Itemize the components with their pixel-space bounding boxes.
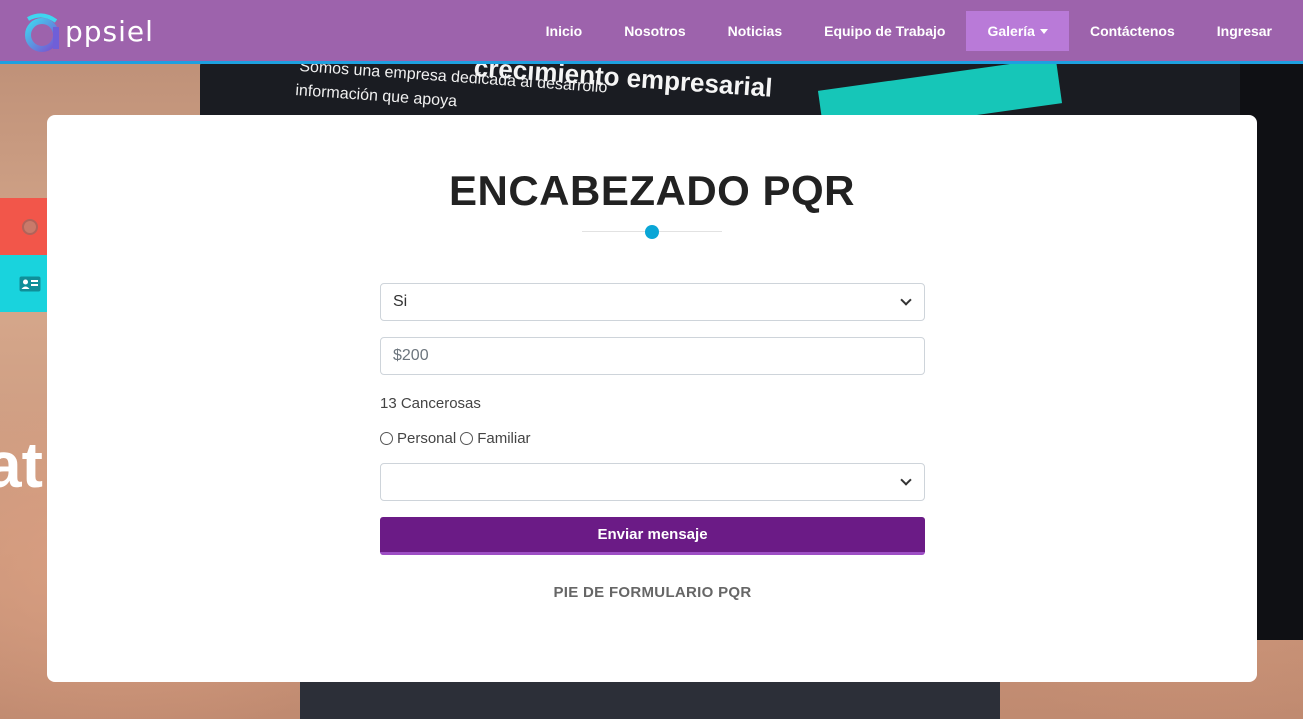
chevron-down-icon: [900, 294, 912, 306]
logo-mark-icon: [20, 9, 64, 53]
nav-item-galeria-dropdown[interactable]: Galería: [966, 11, 1069, 51]
select-field-1-value: Si: [393, 293, 408, 310]
nav-item-equipo[interactable]: Equipo de Trabajo: [803, 11, 966, 51]
nav-item-ingresar[interactable]: Ingresar: [1196, 11, 1293, 51]
radio-group: Personal Familiar: [380, 429, 925, 447]
pqr-form: Si 13 Cancerosas Personal Familiar Envia…: [380, 283, 925, 601]
amount-input[interactable]: [380, 337, 925, 375]
pqr-card: ENCABEZADO PQR Si 13 Cancerosas Personal…: [47, 115, 1257, 682]
main-nav: Inicio Nosotros Noticias Equipo de Traba…: [525, 11, 1293, 51]
chevron-down-icon: [900, 474, 912, 486]
radio-label-personal: Personal: [397, 429, 457, 447]
form-footer: PIE DE FORMULARIO PQR: [553, 584, 752, 601]
id-card-icon: [19, 276, 40, 291]
radio-button[interactable]: [380, 431, 393, 445]
divider-dot: [645, 225, 659, 239]
radio-label-familiar: Familiar: [477, 429, 531, 447]
nav-item-inicio[interactable]: Inicio: [525, 11, 604, 51]
caret-down-icon: [1039, 28, 1048, 34]
background-keyboard: [300, 680, 1000, 719]
logo[interactable]: ppsiel: [20, 8, 154, 54]
nav-item-nosotros[interactable]: Nosotros: [603, 11, 706, 51]
logo-text: ppsiel: [65, 14, 154, 48]
nav-item-noticias[interactable]: Noticias: [707, 11, 803, 51]
select-field-1[interactable]: Si: [380, 283, 925, 321]
select-field-2[interactable]: [380, 463, 925, 501]
nav-item-contactenos[interactable]: Contáctenos: [1069, 11, 1196, 51]
page-title: ENCABEZADO PQR: [448, 167, 856, 214]
circle-icon: [21, 218, 38, 235]
submit-button[interactable]: Enviar mensaje: [380, 517, 925, 555]
field-label: 13 Cancerosas: [380, 395, 481, 412]
background-big-letters: at: [0, 429, 43, 501]
radio-option-personal[interactable]: Personal: [380, 430, 456, 447]
radio-option-familiar[interactable]: Familiar: [460, 429, 531, 447]
nav-item-galeria-label: Galería: [987, 23, 1035, 39]
radio-button[interactable]: [460, 431, 474, 445]
navbar: ppsiel Inicio Nosotros Noticias Equipo d…: [0, 0, 1303, 64]
